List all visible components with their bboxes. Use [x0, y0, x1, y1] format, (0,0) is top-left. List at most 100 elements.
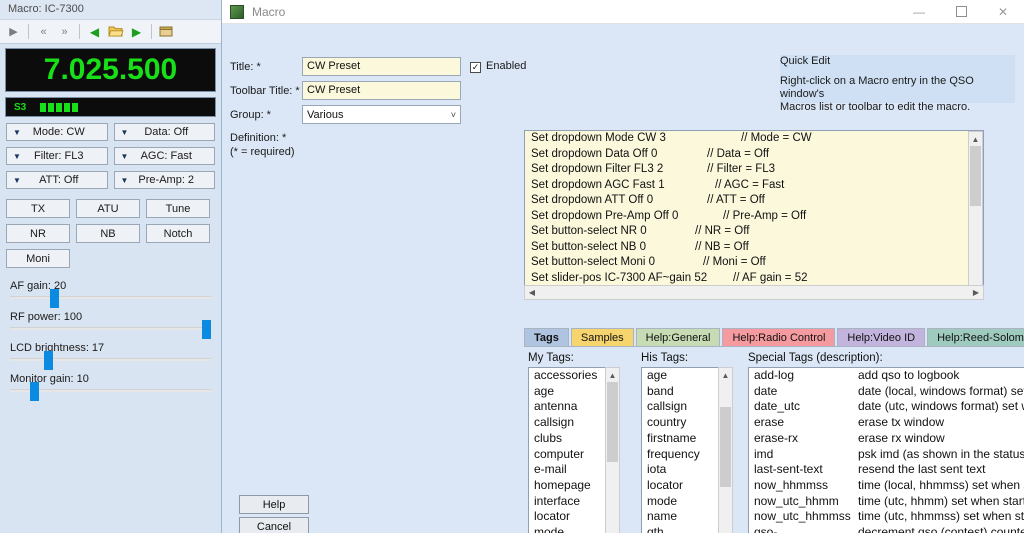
- lcd-brightness-thumb[interactable]: [44, 351, 54, 370]
- nb-button[interactable]: NB: [76, 224, 140, 243]
- definition-line-comment: // Pre-Amp = Off: [723, 209, 807, 222]
- title-input[interactable]: CW Preset: [302, 57, 461, 76]
- dropdown-att[interactable]: ▼ ATT: Off: [6, 171, 108, 189]
- rig-toolbar: ▶ « » ◀ ▶: [0, 20, 221, 44]
- nr-button[interactable]: NR: [6, 224, 70, 243]
- scroll-left-icon[interactable]: ◀: [525, 288, 539, 297]
- dropdown-data[interactable]: ▼ Data: Off: [113, 123, 215, 141]
- my-tags-scrollbar[interactable]: ▲ ▼: [605, 367, 620, 533]
- definition-editor[interactable]: Set dropdown Mode CW 3 // Mode = CW Set d…: [524, 130, 984, 300]
- monitor-gain-thumb[interactable]: [30, 382, 40, 401]
- scroll-right-icon[interactable]: ▶: [969, 288, 983, 297]
- tab-tags[interactable]: Tags: [524, 328, 569, 347]
- atu-button[interactable]: ATU: [76, 199, 140, 218]
- tx-button[interactable]: TX: [6, 199, 70, 218]
- list-item[interactable]: date_utc date (utc, windows format) set w…: [749, 399, 1024, 415]
- lcd-brightness-slider[interactable]: [10, 351, 211, 370]
- list-item[interactable]: erase-rx erase rx window: [749, 431, 1024, 447]
- list-item[interactable]: add-log add qso to logbook: [749, 368, 1024, 384]
- group-field-label: Group: *: [230, 109, 271, 121]
- rig-button-row-1: TX ATU Tune: [0, 199, 221, 218]
- definition-line-comment: // Mode = CW: [741, 132, 812, 144]
- window-settings-icon[interactable]: [157, 22, 176, 41]
- special-tag-desc: decrement qso (contest) counter: [858, 525, 1024, 533]
- special-tags-list[interactable]: add-log add qso to logbook date date (loca…: [748, 367, 1024, 533]
- dropdown-mode[interactable]: ▼ Mode: CW: [6, 123, 108, 141]
- rig-dropdown-row-2: ▼ Filter: FL3 ▼ AGC: Fast: [0, 147, 221, 165]
- list-item[interactable]: now_utc_hhmm time (utc, hhmm) set when st…: [749, 494, 1024, 510]
- list-item[interactable]: qso-decrement qso (contest) counter: [749, 525, 1024, 533]
- scroll-up-icon[interactable]: ▲: [719, 368, 732, 382]
- special-tag-desc: psk imd (as shown in the status bar): [858, 446, 1024, 461]
- dropdown-mode-label: Mode: CW: [32, 126, 85, 138]
- af-gain-label: AF gain: 20: [10, 280, 67, 292]
- special-tag-key: now_hhmmss: [754, 477, 829, 492]
- tab-samples[interactable]: Samples: [570, 328, 634, 347]
- rf-power-thumb[interactable]: [202, 320, 211, 339]
- special-tag-key: date: [754, 383, 778, 398]
- special-tag-desc: time (utc, hhmm) set when starting macro: [858, 493, 1024, 508]
- toolbar-title-field-label: Toolbar Title: *: [230, 85, 300, 97]
- next-green-icon[interactable]: ▶: [127, 22, 146, 41]
- list-item[interactable]: now_hhmmss time (local, hhmmss) set when …: [749, 478, 1024, 494]
- dropdown-preamp[interactable]: ▼ Pre-Amp: 2: [113, 171, 215, 189]
- cancel-button[interactable]: Cancel: [239, 517, 309, 533]
- frequency-value: 7.025.500: [43, 53, 178, 86]
- list-item[interactable]: now_utc_hhmmss time (utc, hhmmss) set whe…: [749, 509, 1024, 525]
- help-button[interactable]: Help: [239, 495, 309, 514]
- tab-help-radio-control[interactable]: Help:Radio Control: [722, 328, 836, 347]
- group-select[interactable]: Various ˅: [302, 105, 461, 124]
- list-item[interactable]: erase erase tx window: [749, 415, 1024, 431]
- special-tag-desc: resend the last sent text: [858, 462, 986, 477]
- dropdown-agc[interactable]: ▼ AGC: Fast: [113, 147, 215, 165]
- toolbar-separator: [151, 24, 152, 39]
- moni-button[interactable]: Moni: [6, 249, 70, 268]
- macro-titlebar: Macro — ✕: [222, 0, 1024, 24]
- tab-help-reed-solomon[interactable]: Help:Reed-Solomon ID (RSID): [927, 328, 1024, 347]
- dropdown-preamp-label: Pre-Amp: 2: [138, 174, 195, 186]
- maximize-button[interactable]: [940, 0, 982, 24]
- tab-help-general[interactable]: Help:General: [635, 328, 721, 347]
- special-tag-desc: erase rx window: [858, 430, 945, 445]
- chevron-down-icon: ▼: [13, 127, 21, 137]
- scrollbar-thumb[interactable]: [720, 407, 731, 487]
- dropdown-filter-label: Filter: FL3: [33, 150, 84, 162]
- scrollbar-thumb[interactable]: [970, 146, 981, 206]
- list-item[interactable]: date date (local, windows format) set whe…: [749, 384, 1024, 400]
- scrollbar-thumb[interactable]: [607, 382, 618, 462]
- definition-vertical-scrollbar[interactable]: ▲ ▼: [968, 131, 983, 299]
- toolbar-title-input[interactable]: CW Preset: [302, 81, 461, 100]
- rf-power-slider[interactable]: [10, 320, 211, 339]
- dropdown-filter[interactable]: ▼ Filter: FL3: [6, 147, 108, 165]
- macro-window-title: Macro: [252, 4, 286, 19]
- monitor-gain-slider[interactable]: [10, 382, 211, 401]
- s-meter-bar: [48, 102, 55, 112]
- chevron-down-icon: ▼: [120, 151, 129, 161]
- enabled-checkbox-box[interactable]: ✓: [470, 62, 481, 73]
- definition-horizontal-scrollbar[interactable]: ◀ ▶: [524, 285, 984, 300]
- definition-line-comment: // Moni = Off: [703, 256, 766, 268]
- af-gain-thumb[interactable]: [50, 289, 60, 308]
- definition-line: Set button-select Moni 0 // Moni = Off: [525, 255, 983, 271]
- list-item[interactable]: imd psk imd (as shown in the status bar): [749, 447, 1024, 463]
- play-icon[interactable]: ▶: [4, 22, 23, 41]
- prev-green-icon[interactable]: ◀: [85, 22, 104, 41]
- fast-forward-icon[interactable]: »: [55, 22, 74, 41]
- folder-open-icon[interactable]: [106, 22, 125, 41]
- af-gain-slider[interactable]: [10, 289, 211, 308]
- definition-line-command: Set button-select Moni 0: [531, 256, 656, 268]
- tune-button[interactable]: Tune: [146, 199, 210, 218]
- scroll-up-icon[interactable]: ▲: [969, 132, 982, 146]
- special-tag-key: add-log: [754, 368, 795, 382]
- scroll-up-icon[interactable]: ▲: [606, 368, 619, 382]
- enabled-checkbox[interactable]: ✓ Enabled: [470, 60, 526, 73]
- list-item[interactable]: last-sent-text resend the last sent text: [749, 462, 1024, 478]
- his-tags-scrollbar[interactable]: ▲ ▼: [718, 367, 733, 533]
- rewind-icon[interactable]: «: [34, 22, 53, 41]
- tab-help-video-id[interactable]: Help:Video ID: [837, 328, 926, 347]
- close-button[interactable]: ✕: [982, 0, 1024, 24]
- minimize-button[interactable]: —: [898, 0, 940, 24]
- group-select-value: Various: [307, 108, 344, 121]
- scrollbar-track[interactable]: [540, 287, 968, 298]
- notch-button[interactable]: Notch: [146, 224, 210, 243]
